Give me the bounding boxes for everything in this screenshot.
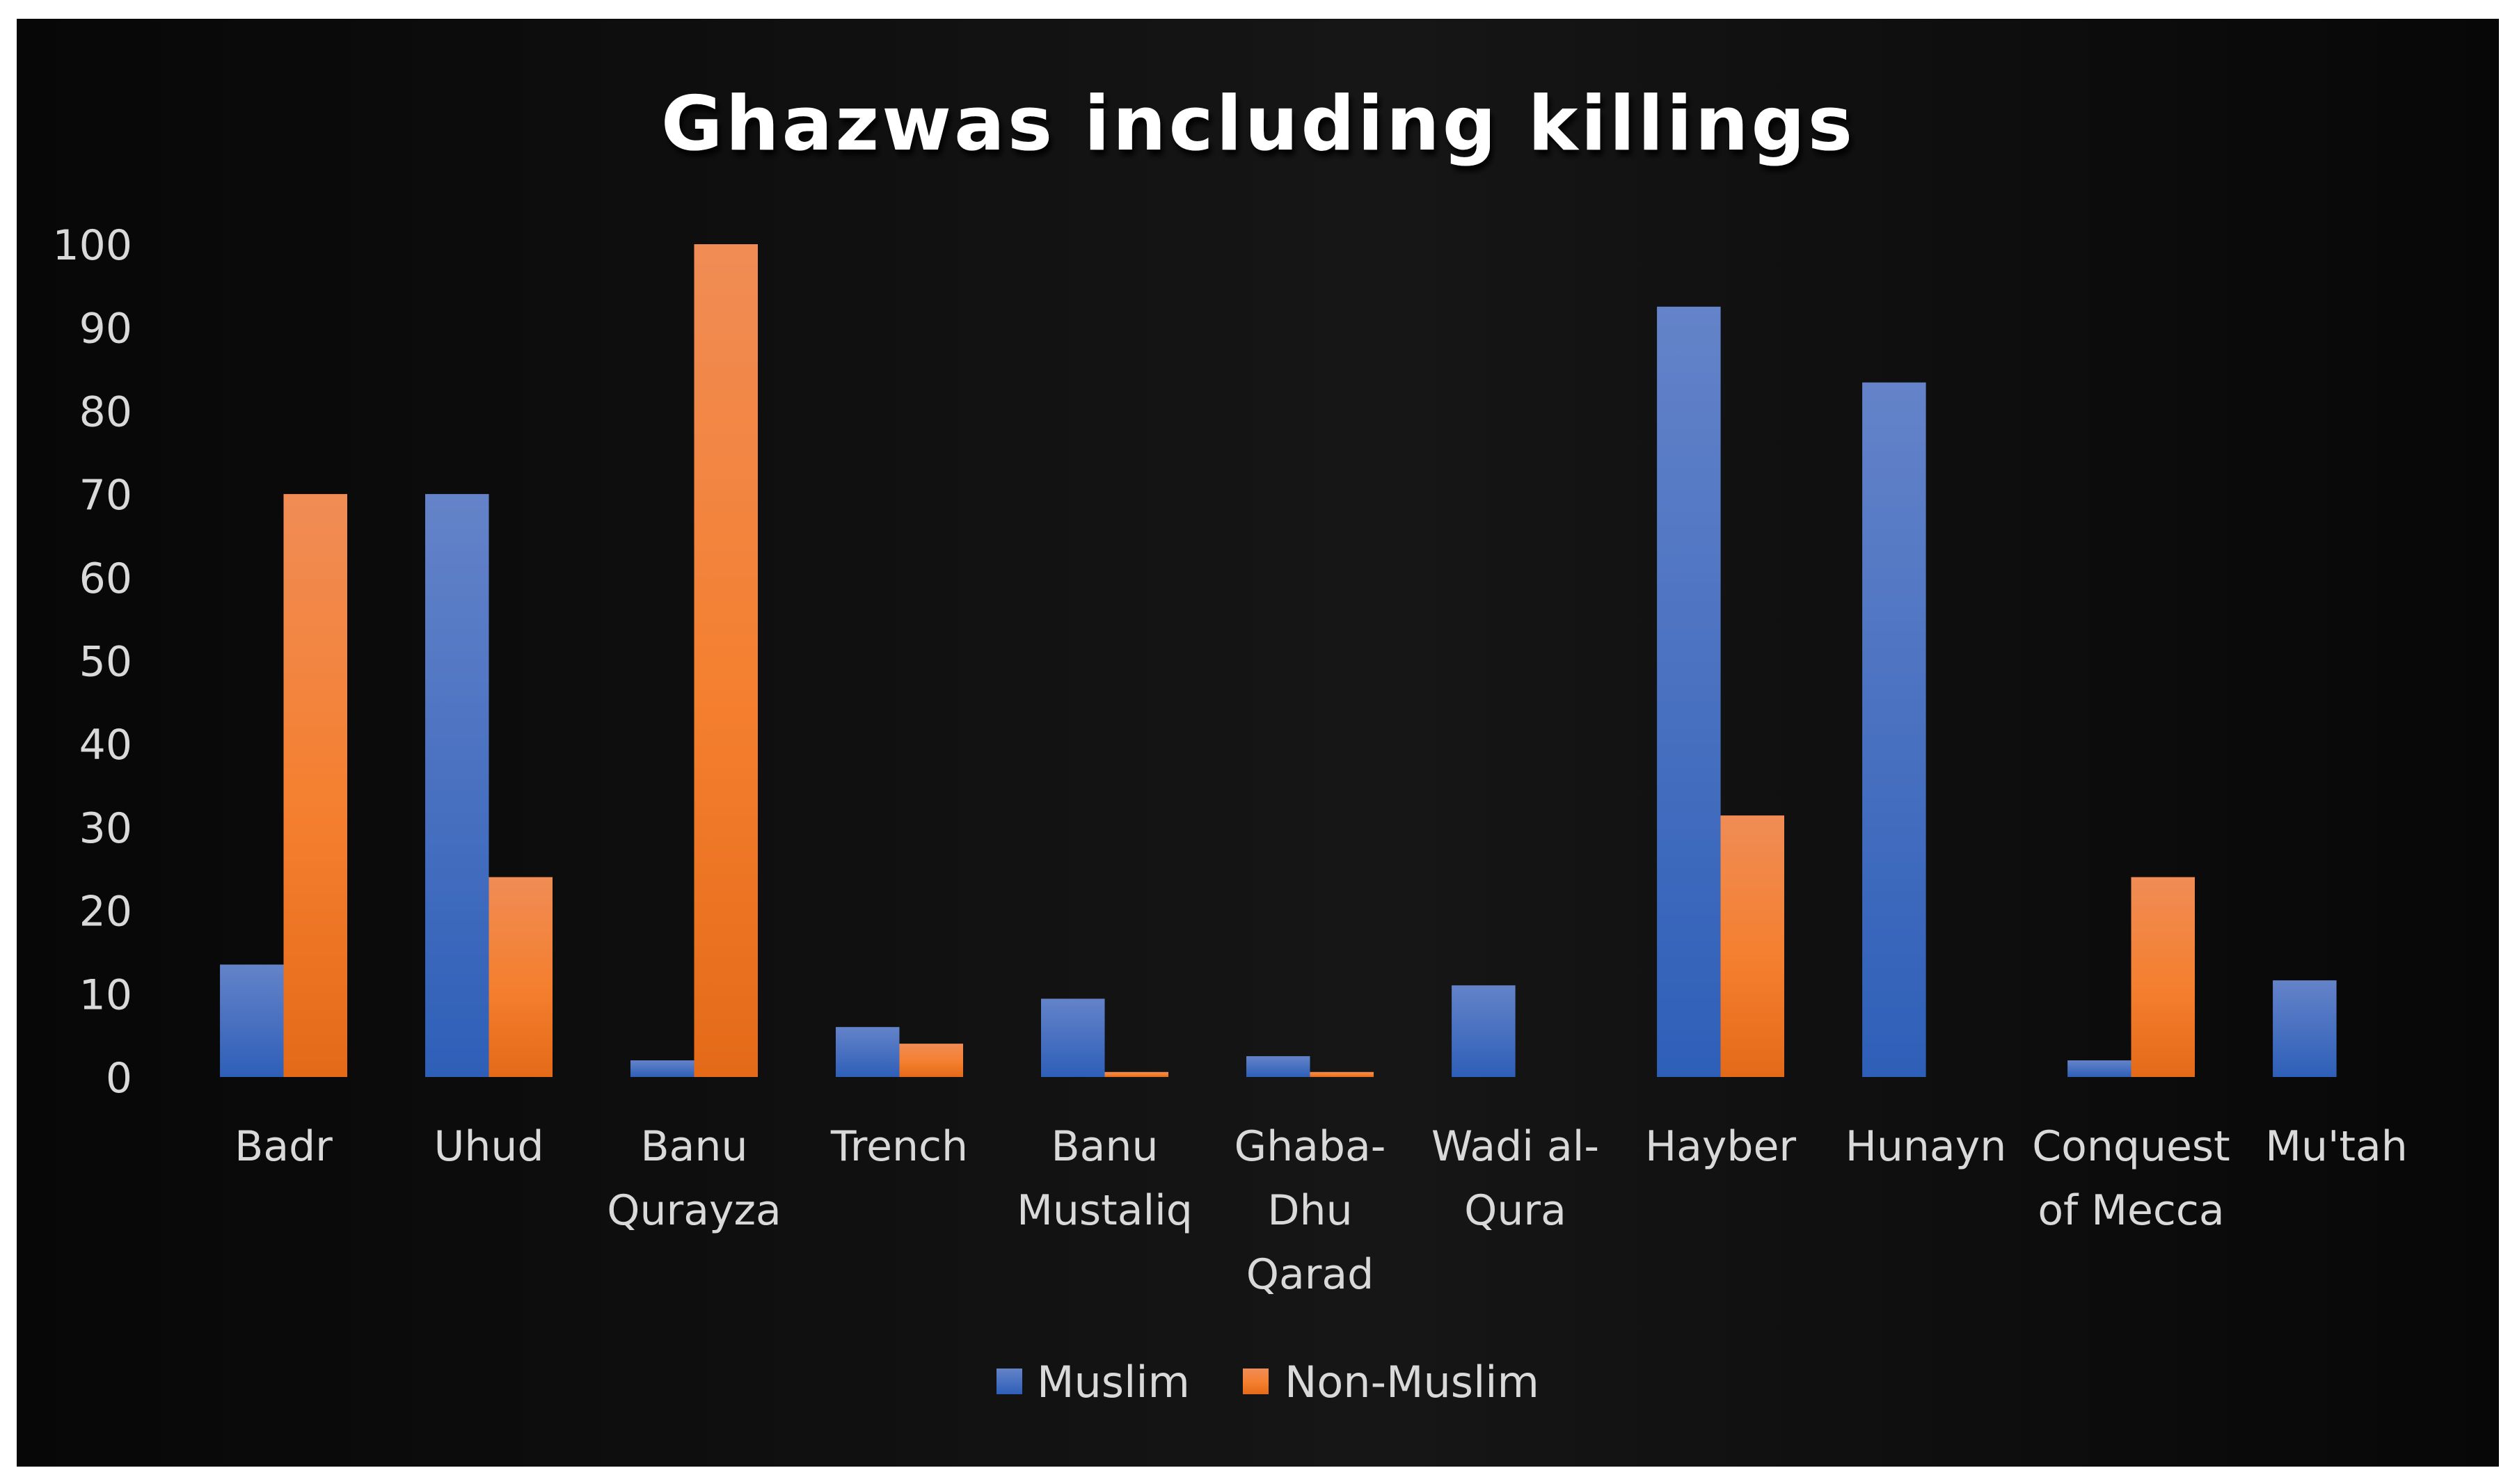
bar-non-muslim-7 — [1720, 815, 1784, 1077]
bar-muslim-4 — [1041, 998, 1105, 1077]
x-tick-label-line: Badr — [235, 1122, 333, 1171]
y-tick-label: 30 — [79, 804, 132, 853]
legend-label-non-muslim: Non-Muslim — [1285, 1357, 1539, 1407]
x-tick-label-line: Mustaliq — [1017, 1186, 1193, 1235]
bar-non-muslim-5 — [1310, 1071, 1374, 1077]
x-tick-label: Mu'tah — [2265, 1122, 2408, 1171]
bar-muslim-8 — [1862, 382, 1926, 1077]
x-tick-label-line: Hunayn — [1845, 1122, 2006, 1171]
x-tick-label-line: Trench — [830, 1122, 968, 1171]
x-tick-label-line: Uhud — [434, 1122, 543, 1171]
x-tick-label: Trench — [830, 1122, 968, 1171]
bar-muslim-7 — [1657, 306, 1721, 1077]
x-tick-label-line: Hayber — [1645, 1122, 1796, 1171]
y-tick-label: 100 — [52, 221, 132, 270]
x-tick-label-line: Mu'tah — [2265, 1122, 2408, 1171]
legend-swatch-non-muslim — [1243, 1369, 1269, 1394]
x-tick-label-line: Banu — [641, 1122, 748, 1171]
bar-non-muslim-4 — [1104, 1071, 1168, 1077]
legend-label-muslim: Muslim — [1037, 1357, 1190, 1407]
x-tick-label-line: Qura — [1464, 1186, 1566, 1235]
y-tick-label: 40 — [79, 721, 132, 769]
x-tick-label: Uhud — [434, 1122, 543, 1171]
bar-muslim-1 — [425, 494, 489, 1077]
bar-muslim-6 — [1452, 985, 1516, 1077]
x-tick-label-line: Dhu — [1267, 1186, 1352, 1235]
x-tick-label-line: Qurayza — [607, 1186, 781, 1235]
bar-muslim-10 — [2273, 980, 2337, 1077]
x-tick-label: Badr — [235, 1122, 333, 1171]
chart-title: Ghazwas including killings — [661, 81, 1855, 168]
legend-swatch-muslim — [997, 1369, 1022, 1394]
y-tick-label: 50 — [79, 638, 132, 687]
x-tick-label-line: of Mecca — [2038, 1186, 2224, 1235]
bar-non-muslim-9 — [2131, 877, 2195, 1077]
y-tick-label: 60 — [79, 554, 132, 603]
x-tick-label: Hunayn — [1845, 1122, 2006, 1171]
x-tick-label-line: Wadi al- — [1431, 1122, 1599, 1171]
bar-muslim-2 — [630, 1060, 694, 1077]
x-tick-label: Hayber — [1645, 1122, 1796, 1171]
bar-non-muslim-0 — [283, 494, 347, 1077]
x-tick-label-line: Ghaba- — [1234, 1122, 1386, 1171]
bar-muslim-3 — [836, 1027, 900, 1077]
y-tick-label: 0 — [106, 1054, 132, 1103]
bar-non-muslim-3 — [899, 1044, 963, 1077]
y-tick-label: 70 — [79, 471, 132, 520]
bar-muslim-0 — [220, 964, 284, 1077]
x-tick-label-line: Qarad — [1246, 1250, 1374, 1299]
bar-muslim-9 — [2067, 1060, 2131, 1077]
chart-background — [17, 19, 2499, 1467]
x-tick-label-line: Banu — [1051, 1122, 1159, 1171]
bar-muslim-5 — [1246, 1056, 1310, 1077]
bar-non-muslim-1 — [489, 877, 553, 1077]
y-tick-label: 10 — [79, 971, 132, 1019]
bar-non-muslim-2 — [694, 244, 758, 1077]
y-tick-label: 80 — [79, 388, 132, 436]
x-tick-label-line: Conquest — [2032, 1122, 2230, 1171]
y-tick-label: 90 — [79, 305, 132, 353]
chart: Ghazwas including killings 0 10 20 30 40 50 60… — [17, 19, 2499, 1467]
y-tick-label: 20 — [79, 888, 132, 936]
